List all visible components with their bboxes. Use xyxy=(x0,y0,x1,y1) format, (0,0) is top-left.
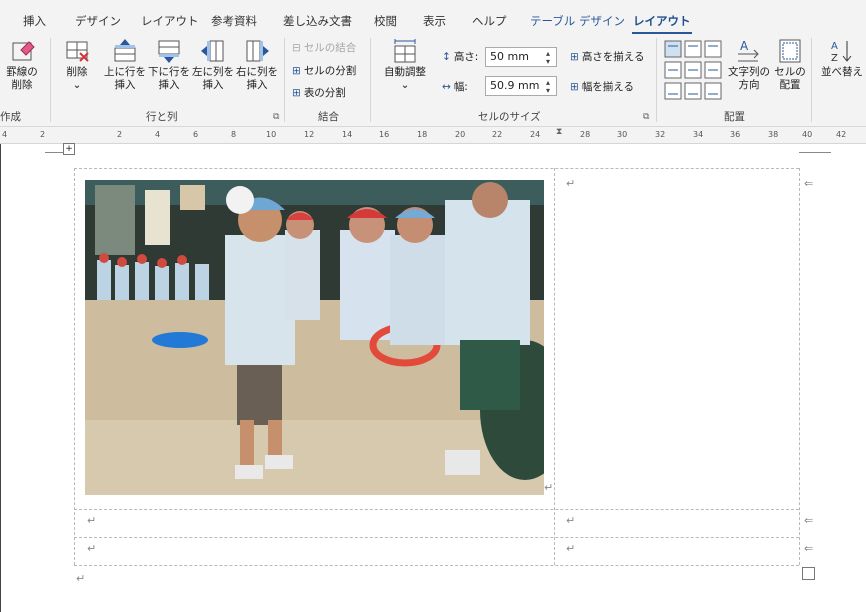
tab-view[interactable]: 表示 xyxy=(423,13,446,29)
tab-insert[interactable]: 挿入 xyxy=(23,13,46,29)
sort-button[interactable]: AZ 並べ替え xyxy=(818,38,866,79)
chevron-down-icon: ⌄ xyxy=(400,79,410,91)
text-direction-button[interactable]: A 文字列の 方向 xyxy=(726,38,772,92)
margin-mark xyxy=(799,152,831,153)
group-label-merge: 結合 xyxy=(318,111,339,123)
row-height-icon: ↕ xyxy=(442,50,451,63)
col-width-icon: ↔ xyxy=(442,80,451,93)
table-border xyxy=(74,509,799,510)
tab-design[interactable]: デザイン xyxy=(75,13,121,29)
alignment-grid xyxy=(664,40,724,105)
photo-children-running[interactable] xyxy=(85,180,544,495)
col-width-label: ↔ 幅: xyxy=(442,80,468,94)
insert-right-button[interactable]: 右に列を 挿入 xyxy=(236,38,278,92)
chevron-down-icon: ⌄ xyxy=(72,79,82,91)
delete-button[interactable]: 削除 ⌄ xyxy=(58,38,96,92)
text-direction-icon: A xyxy=(738,39,759,62)
insert-row-below-icon xyxy=(158,40,180,63)
row-end-mark: ⇐ xyxy=(804,542,814,555)
indent-marker-icon[interactable]: ⧗ xyxy=(556,127,562,137)
cell-margins-icon xyxy=(779,39,801,63)
distribute-cols-icon: ⊞ xyxy=(570,80,579,93)
cell-end-mark: ↵ xyxy=(544,481,554,494)
eraser-icon xyxy=(12,41,35,61)
table-border xyxy=(799,168,800,565)
row-height-label: ↕ 高さ: xyxy=(442,50,479,64)
align-buttons-icon[interactable] xyxy=(664,40,724,102)
group-label-cell-size: セルのサイズ xyxy=(478,111,541,123)
split-table-button[interactable]: ⊞ 表の分割 xyxy=(292,85,346,100)
svg-text:Z: Z xyxy=(831,53,838,64)
row-end-mark: ⇐ xyxy=(804,514,814,527)
document-page[interactable]: + ↵ ⇐ ↵ ↵ ↵ ⇐ ↵ ↵ ⇐ ↵ xyxy=(0,143,866,612)
tab-table-design[interactable]: テーブル デザイン xyxy=(530,13,625,29)
insert-column-right-icon xyxy=(246,40,269,62)
cell-margins-button[interactable]: セルの 配置 xyxy=(774,38,806,92)
insert-column-left-icon xyxy=(201,40,224,62)
horizontal-ruler[interactable]: 4 2 2 4 6 8 10 12 14 16 18 20 22 24 28 3… xyxy=(0,127,866,144)
table-delete-icon xyxy=(66,41,89,62)
table-border xyxy=(74,168,799,169)
cell-end-mark: ↵ xyxy=(566,514,576,527)
erase-border-button[interactable]: 罫線の 削除 xyxy=(0,38,44,92)
ribbon: 罫線の 削除 作成 削除 ⌄ 上に行を 挿入 下に行を 挿入 左に列を 挿入 右… xyxy=(0,34,866,127)
svg-text:A: A xyxy=(831,41,838,52)
cell-end-mark: ↵ xyxy=(87,514,97,527)
split-cells-button[interactable]: ⊞ セルの分割 xyxy=(292,63,356,78)
group-label-alignment: 配置 xyxy=(724,111,745,123)
row-end-mark: ⇐ xyxy=(804,177,814,190)
insert-left-button[interactable]: 左に列を 挿入 xyxy=(192,38,234,92)
cell-end-mark: ↵ xyxy=(566,177,576,190)
dialog-launcher-icon[interactable]: ⧉ xyxy=(643,112,649,122)
tab-references[interactable]: 参考資料 xyxy=(211,13,257,29)
distribute-rows-button[interactable]: ⊞ 高さを揃える xyxy=(570,49,645,64)
insert-below-button[interactable]: 下に行を 挿入 xyxy=(148,38,190,92)
tab-layout[interactable]: レイアウト xyxy=(141,13,199,29)
paragraph-mark: ↵ xyxy=(76,572,86,585)
ribbon-tabs: 挿入 デザイン レイアウト 参考資料 差し込み文書 校閲 表示 ヘルプ テーブル… xyxy=(0,0,866,34)
table-border xyxy=(74,537,799,538)
table-border xyxy=(74,168,75,565)
dialog-launcher-icon[interactable]: ⧉ xyxy=(273,112,279,122)
svg-text:A: A xyxy=(740,39,749,53)
distribute-cols-button[interactable]: ⊞ 幅を揃える xyxy=(570,79,634,94)
autofit-button[interactable]: 自動調整 ⌄ xyxy=(378,38,432,92)
table-border xyxy=(74,565,799,566)
tab-table-layout[interactable]: レイアウト xyxy=(632,13,691,34)
tab-mailings[interactable]: 差し込み文書 xyxy=(283,13,352,29)
spinner-icon[interactable]: ▴ ▾ xyxy=(546,79,550,95)
spinner-icon[interactable]: ▴ ▾ xyxy=(546,50,550,66)
group-label-rows-cols: 行と列 xyxy=(146,111,178,123)
tab-review[interactable]: 校閲 xyxy=(374,13,397,29)
distribute-rows-icon: ⊞ xyxy=(570,50,579,63)
cell-end-mark: ↵ xyxy=(566,542,576,555)
tab-help[interactable]: ヘルプ xyxy=(472,13,507,29)
table-resize-handle-icon[interactable] xyxy=(802,567,815,580)
merge-cells-icon: ⊟ xyxy=(292,41,301,54)
autofit-icon xyxy=(394,39,416,63)
insert-above-button[interactable]: 上に行を 挿入 xyxy=(104,38,146,92)
group-label-draw: 作成 xyxy=(0,111,21,123)
insert-row-above-icon xyxy=(114,39,136,62)
split-cells-icon: ⊞ xyxy=(292,64,301,77)
split-table-icon: ⊞ xyxy=(292,86,301,99)
sort-az-icon: AZ xyxy=(831,41,852,64)
table-border xyxy=(554,168,555,565)
cell-end-mark: ↵ xyxy=(87,542,97,555)
table-move-handle-icon[interactable]: + xyxy=(63,143,75,155)
merge-cells-button[interactable]: ⊟ セルの結合 xyxy=(292,40,356,55)
